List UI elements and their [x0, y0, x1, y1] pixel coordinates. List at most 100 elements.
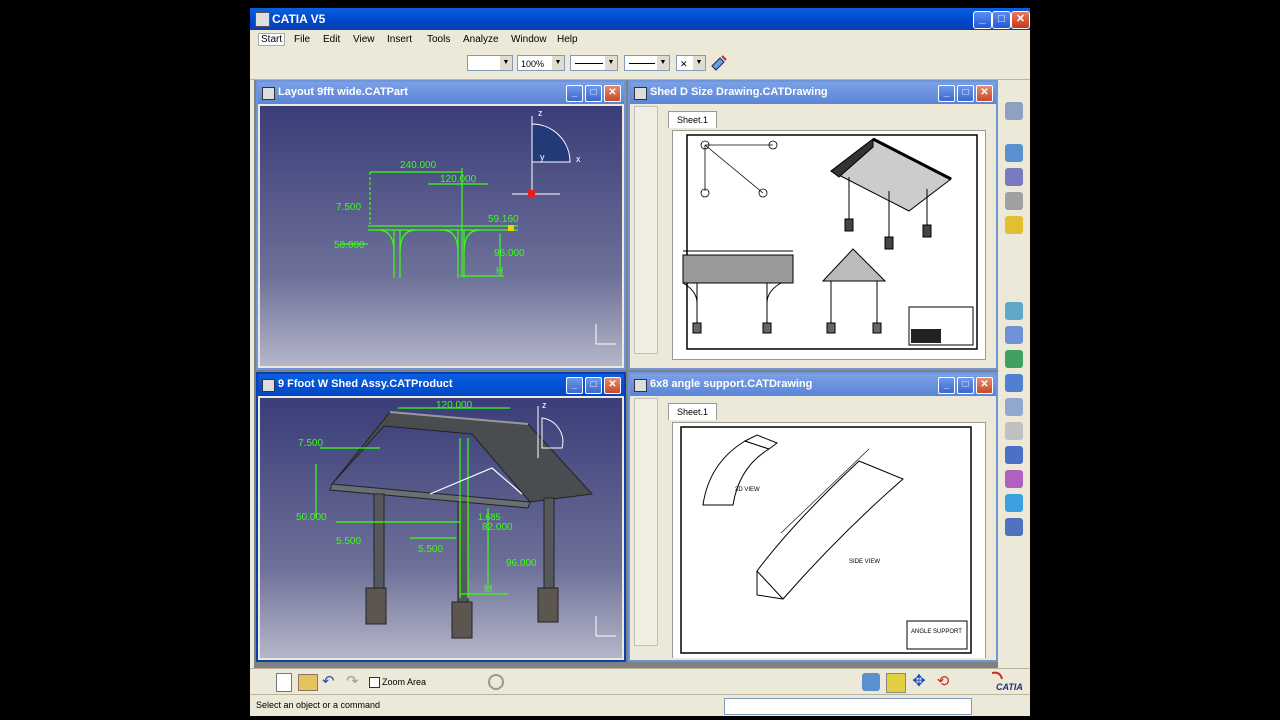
chevron-down-icon: ▼ — [693, 56, 705, 70]
painter-icon[interactable] — [710, 54, 728, 72]
roof — [329, 411, 594, 509]
line-sample — [575, 63, 603, 64]
drawing-icon — [634, 379, 647, 392]
tool-icon[interactable] — [1005, 350, 1023, 368]
catia-logo-text: CATIA — [996, 682, 1023, 692]
maximize-button[interactable]: □ — [957, 377, 974, 394]
layout-geometry: z x y 240.000 120.000 7.500 59.160 50.00… — [334, 108, 616, 345]
minimize-button[interactable]: _ — [938, 85, 955, 102]
window-title: 6x8 angle support.CATDrawing — [650, 378, 813, 390]
line-sample — [629, 63, 655, 64]
window-title: 9 Ffoot W Shed Assy.CATProduct — [278, 378, 453, 390]
maximize-button[interactable]: □ — [992, 11, 1011, 29]
maximize-button[interactable]: □ — [957, 85, 974, 102]
maximize-button[interactable]: □ — [585, 377, 602, 394]
tab-sheet-1[interactable]: Sheet.1 — [668, 111, 718, 128]
maximize-button[interactable]: □ — [585, 85, 602, 102]
close-button[interactable]: ✕ — [976, 377, 993, 394]
zoom-combo[interactable]: 100% ▼ — [517, 55, 565, 71]
minimize-button[interactable]: _ — [938, 377, 955, 394]
dim-5-5-right: 5.500 — [418, 544, 443, 555]
angle-support-views: 3D VIEW SIDE VIEW ANGLE SUPPORT — [680, 426, 972, 654]
tab-sheet-1[interactable]: Sheet.1 — [668, 403, 718, 420]
vertical-scrollbar[interactable] — [634, 106, 658, 354]
menu-edit[interactable]: Edit — [323, 34, 340, 45]
open-folder-icon[interactable] — [298, 674, 318, 691]
shed-assembly-window: 9 Ffoot W Shed Assy.CATProduct _ □ ✕ z 1… — [256, 372, 626, 662]
standard-toolbar: ↶ ↷ Zoom Area ✥ ⟲ CATIA — [250, 668, 1030, 695]
close-button[interactable]: ✕ — [604, 85, 621, 102]
window-titlebar[interactable]: 6x8 angle support.CATDrawing _ □ ✕ — [630, 374, 996, 396]
tool-icon[interactable] — [1005, 422, 1023, 440]
menu-window[interactable]: Window — [511, 34, 547, 45]
part-icon — [262, 87, 275, 100]
tool-icon[interactable] — [1005, 326, 1023, 344]
tool-icon[interactable] — [1005, 192, 1023, 210]
3d-viewport[interactable]: z 120.000 7.500 50.000 5.500 5.500 82.00… — [260, 398, 622, 658]
drawing-area[interactable]: Sheet.1 — [632, 106, 994, 366]
fly-mode-icon[interactable] — [862, 673, 880, 691]
menu-tools[interactable]: Tools — [427, 34, 450, 45]
new-file-icon[interactable] — [276, 673, 292, 692]
fit-all-icon[interactable] — [886, 673, 906, 693]
x-mark-icon: ✕ — [680, 59, 688, 69]
rotate-icon[interactable]: ⟲ — [934, 673, 952, 691]
tool-icon[interactable] — [1005, 470, 1023, 488]
pan-icon[interactable]: ✥ — [910, 673, 928, 691]
dim-50: 50.000 — [334, 240, 365, 251]
z-axis-label: z — [538, 108, 543, 118]
menu-file[interactable]: File — [294, 34, 310, 45]
gear-icon[interactable] — [1005, 102, 1023, 120]
command-input[interactable] — [724, 698, 972, 715]
tool-icon[interactable] — [1005, 398, 1023, 416]
menu-help[interactable]: Help — [557, 34, 578, 45]
product-icon — [262, 379, 275, 392]
refresh-icon[interactable] — [488, 674, 504, 690]
redo-icon[interactable]: ↷ — [346, 674, 364, 690]
minimize-button[interactable]: _ — [566, 85, 583, 102]
window-titlebar[interactable]: 9 Ffoot W Shed Assy.CATProduct _ □ ✕ — [258, 374, 624, 396]
minimize-button[interactable]: _ — [973, 11, 992, 29]
linetype-combo[interactable]: ▼ — [570, 55, 618, 71]
dim-82: 82.000 — [482, 522, 513, 533]
catia-app-window: CATIA V5 _ □ ✕ Start File Edit View Inse… — [250, 8, 1030, 716]
menu-start[interactable]: Start — [258, 33, 286, 46]
drawing-sheet — [672, 130, 986, 360]
minimize-button[interactable]: _ — [566, 377, 583, 394]
drawing-icon — [634, 87, 647, 100]
shed-assembly-model: z 120.000 7.500 50.000 5.500 5.500 82.00… — [296, 400, 616, 639]
zoom-area-checkbox[interactable] — [369, 677, 380, 688]
tool-icon[interactable] — [1005, 144, 1023, 162]
window-titlebar[interactable]: Shed D Size Drawing.CATDrawing _ □ ✕ — [630, 82, 996, 104]
tool-icon[interactable] — [1005, 518, 1023, 536]
undo-icon[interactable]: ↶ — [322, 674, 340, 690]
window-titlebar[interactable]: Layout 9fft wide.CATPart _ □ ✕ — [258, 82, 624, 104]
menu-insert[interactable]: Insert — [387, 34, 412, 45]
axis-system: z x y — [512, 108, 581, 197]
menu-view[interactable]: View — [353, 34, 375, 45]
tool-icon[interactable] — [1005, 446, 1023, 464]
close-button[interactable]: ✕ — [976, 85, 993, 102]
drawing-sheet: 3D VIEW SIDE VIEW ANGLE SUPPORT — [672, 422, 986, 658]
color-combo[interactable]: ▼ — [467, 55, 513, 71]
3d-viewport[interactable]: z x y 240.000 120.000 7.500 59.160 50.00… — [260, 106, 622, 366]
vertical-scrollbar[interactable] — [634, 398, 658, 646]
app-titlebar[interactable]: CATIA V5 _ □ ✕ — [250, 8, 1030, 30]
angle-support-drawing-window: 6x8 angle support.CATDrawing _ □ ✕ Sheet… — [628, 372, 998, 662]
tool-icon[interactable] — [1005, 374, 1023, 392]
star-icon[interactable] — [1005, 216, 1023, 234]
tool-icon[interactable] — [1005, 168, 1023, 186]
catia-app-icon — [255, 12, 270, 27]
workbench-toolbar — [1002, 86, 1028, 536]
mini-axis-icon — [595, 616, 616, 637]
close-button[interactable]: ✕ — [1011, 11, 1030, 29]
status-bar: Select an object or a command — [250, 694, 1030, 716]
menu-analyze[interactable]: Analyze — [463, 34, 499, 45]
lineweight-combo[interactable]: ▼ — [624, 55, 670, 71]
tool-icon[interactable] — [1005, 494, 1023, 512]
point-style-combo[interactable]: ✕ ▼ — [676, 55, 706, 71]
tool-icon[interactable] — [1005, 302, 1023, 320]
app-title: CATIA V5 — [272, 12, 326, 26]
drawing-area[interactable]: Sheet.1 3D VIEW SIDE VIEW ANGLE SUPPORT — [632, 398, 994, 658]
close-button[interactable]: ✕ — [604, 377, 621, 394]
